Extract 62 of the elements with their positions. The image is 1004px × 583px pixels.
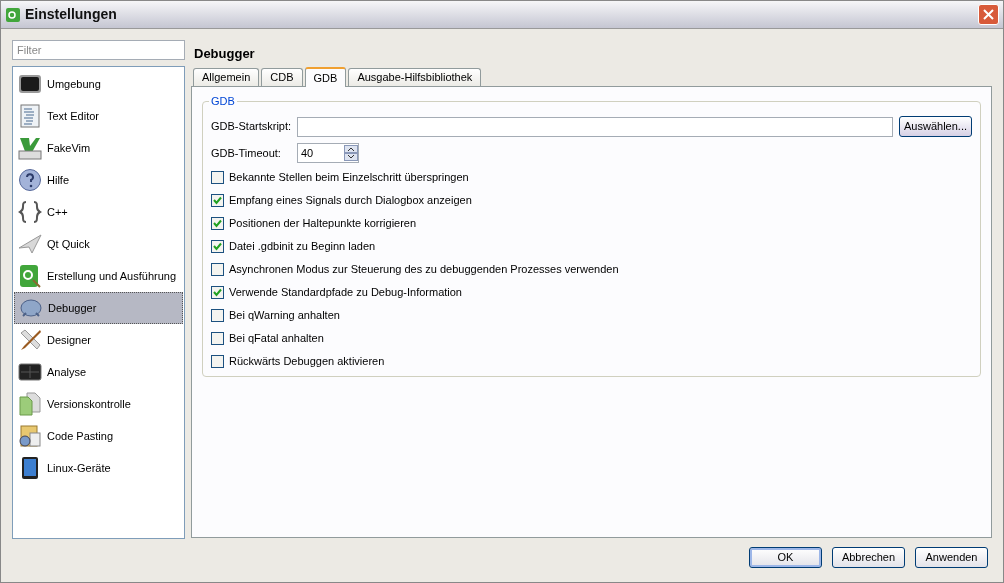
category-item[interactable]: Linux-Geräte [14,452,183,484]
brush-ruler-icon [18,328,42,352]
checkbox[interactable] [211,171,224,184]
paper-plane-icon [18,232,42,256]
field-label: GDB-Timeout: [211,145,282,161]
checkbox[interactable] [211,194,224,207]
group-title: GDB [209,95,237,108]
option-label: Verwende Standardpfade zu Debug-Information [229,285,462,301]
dialog-button[interactable]: Anwenden [915,547,988,568]
category-item[interactable]: Debugger [14,292,183,324]
option-label: Asynchronen Modus zur Steuerung des zu debuggenden Prozesses verwenden [229,262,619,278]
document-icon [18,104,42,128]
category-item[interactable]: Versionskontrolle [14,388,183,420]
checkbox[interactable] [211,309,224,322]
category-item[interactable]: Erstellung und Ausführung [14,260,183,292]
tab[interactable]: GDB [304,67,347,87]
close-button[interactable] [978,4,999,25]
clipboard-globe-icon [18,424,42,448]
close-icon [983,9,994,20]
vim-logo-icon [18,136,42,160]
braces-icon [18,200,42,224]
category-item[interactable]: Umgebung [14,68,183,100]
tab[interactable]: Allgemein [193,68,260,86]
filter-field[interactable]: Filter [12,40,185,60]
category-item[interactable]: Designer [14,324,183,356]
field-label: GDB-Startskript: [211,119,291,135]
checkbox[interactable] [211,355,224,368]
tab[interactable]: CDB [261,68,303,86]
spin-arrows-icon [344,145,358,161]
checkbox[interactable] [211,240,224,253]
checkbox[interactable] [211,332,224,345]
checkbox[interactable] [211,217,224,230]
choose-button[interactable]: Auswählen... [899,116,972,137]
qt-logo-icon [5,6,21,23]
timeout-spinbox[interactable]: 40 [297,143,359,163]
oscilloscope-icon [18,360,42,384]
tab[interactable]: Ausgabe-Hilfsbibliothek [348,68,482,86]
dialog-button[interactable]: OK [749,547,822,568]
category-item[interactable]: Qt Quick [14,228,183,260]
option-label: Bei qWarning anhalten [229,308,340,324]
monitor-icon [18,72,42,96]
option-label: Rückwärts Debuggen aktivieren [229,354,385,370]
category-item[interactable]: FakeVim [14,132,183,164]
option-label: Bekannte Stellen beim Einzelschritt überspringen [229,170,469,186]
checkbox[interactable] [211,286,224,299]
option-label: Datei .gdbinit zu Beginn laden [229,239,376,255]
checkbox[interactable] [211,263,224,276]
dialog-button[interactable]: Abbrechen [832,547,905,568]
category-item[interactable]: C++ [14,196,183,228]
category-item[interactable]: Code Pasting [14,420,183,452]
startscript-field[interactable] [297,116,893,137]
page-title: Debugger [193,45,256,63]
qt-logo-icon [18,264,42,288]
option-label: Positionen der Haltepunkte korrigieren [229,216,417,232]
category-item[interactable]: Hilfe [14,164,183,196]
option-label: Empfang eines Signals durch Dialogbox anzeigen [229,193,472,209]
category-item[interactable]: Text Editor [14,100,183,132]
option-label: Bei qFatal anhalten [229,331,324,347]
window-title: Einstellungen [25,5,117,24]
documents-icon [18,392,42,416]
category-item[interactable]: Analyse [14,356,183,388]
help-icon [18,168,42,192]
